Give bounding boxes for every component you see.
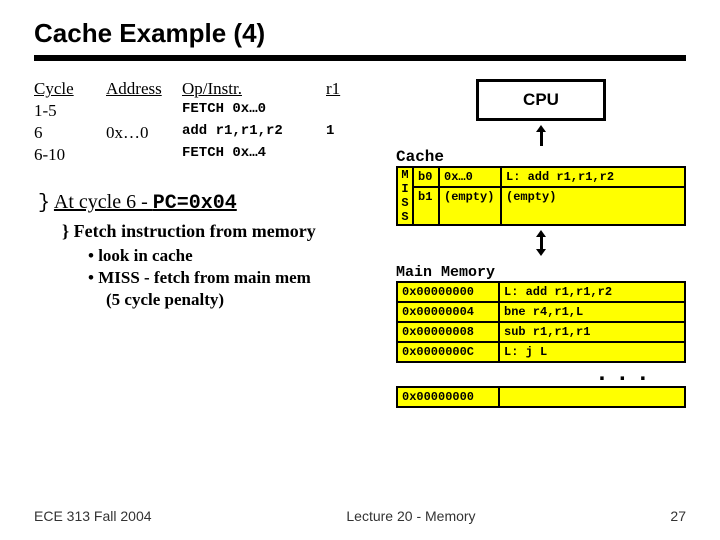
cache-instr: L: add r1,r1,r2: [502, 168, 684, 188]
tr-op: add r1,r1,r2: [182, 123, 312, 143]
footer-right: 27: [670, 508, 686, 524]
mm-instr: [500, 388, 684, 406]
title-rule: [34, 55, 686, 61]
cache-instr: (empty): [502, 188, 684, 206]
tr-addr: [106, 101, 168, 121]
footer: ECE 313 Fall 2004 Lecture 20 - Memory 27: [34, 508, 686, 524]
arrow-up-icon: [536, 230, 546, 237]
tr-cycle: 6-10: [34, 145, 92, 165]
tr-op: FETCH 0x…0: [182, 101, 312, 121]
bullet-main-pre: At cycle 6 -: [54, 191, 153, 213]
arrow-up-icon: [536, 125, 546, 132]
bullet-sub2a: • look in cache: [88, 246, 370, 266]
tr-op: FETCH 0x…4: [182, 145, 312, 165]
mm-addr: 0x00000008: [398, 323, 500, 341]
miss-letter: S: [398, 196, 412, 210]
tr-addr: 0x…0: [106, 123, 168, 143]
th-cycle: Cycle: [34, 79, 92, 99]
th-address: Address: [106, 79, 168, 99]
tr-cycle: 1-5: [34, 101, 92, 121]
main-memory-table: 0x00000000 L: add r1,r1,r2 0x00000004 bn…: [396, 281, 686, 363]
brace-icon: }: [62, 221, 69, 241]
bullet-sub2b: • MISS - fetch from main mem: [88, 268, 370, 288]
cache-table: M I S S b0 b1 0x…0 (empty) L: add r1,r: [396, 166, 686, 226]
tr-addr: [106, 145, 168, 165]
bus-line: [540, 132, 543, 146]
tr-r1: 1: [326, 123, 356, 143]
bullet-main-pc: PC=0x04: [153, 192, 237, 215]
bullet-sub2c: (5 cycle penalty): [106, 290, 370, 310]
mm-addr: 0x00000000: [398, 388, 500, 406]
footer-left: ECE 313 Fall 2004: [34, 508, 152, 524]
footer-center: Lecture 20 - Memory: [346, 508, 475, 524]
ellipsis-icon: ...: [396, 361, 686, 388]
tr-r1: [326, 101, 356, 121]
main-memory-label: Main Memory: [396, 264, 686, 281]
mm-instr: L: add r1,r1,r2: [500, 283, 684, 301]
mm-addr: 0x00000004: [398, 303, 500, 321]
bullet-sub1: Fetch instruction from memory: [74, 221, 316, 241]
arrow-down-icon: [536, 249, 546, 256]
page-title: Cache Example (4): [34, 18, 686, 49]
brace-icon: }: [38, 192, 50, 215]
cache-addr: (empty): [440, 188, 500, 206]
cpu-box: CPU: [476, 79, 606, 121]
bullet-block: } At cycle 6 - PC=0x04 } Fetch instructi…: [34, 191, 370, 310]
miss-letter: I: [398, 182, 412, 196]
mm-instr: bne r4,r1,L: [500, 303, 684, 321]
th-op: Op/Instr.: [182, 79, 312, 99]
cache-blk: b0: [414, 168, 438, 188]
bus-line: [540, 237, 543, 249]
trace-table: Cycle Address Op/Instr. r1 1-5 FETCH 0x……: [34, 79, 370, 165]
miss-letter: S: [398, 210, 412, 224]
mm-addr: 0x00000000: [398, 283, 500, 301]
tr-cycle: 6: [34, 123, 92, 143]
mm-instr: sub r1,r1,r1: [500, 323, 684, 341]
mm-addr: 0x0000000C: [398, 343, 500, 361]
mm-instr: L: j L: [500, 343, 684, 361]
cache-addr: 0x…0: [440, 168, 500, 188]
th-r1: r1: [326, 79, 356, 99]
tr-r1: [326, 145, 356, 165]
cache-blk: b1: [414, 188, 438, 206]
miss-letter: M: [398, 168, 412, 182]
cache-label: Cache: [396, 148, 686, 166]
